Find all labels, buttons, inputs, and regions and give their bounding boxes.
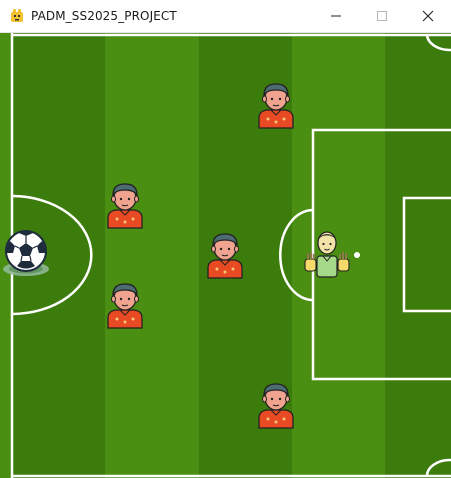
title-bar[interactable]: PADM_SS2025_PROJECT (0, 0, 451, 33)
defender-player (107, 183, 143, 229)
glove-right (337, 252, 350, 272)
window-title: PADM_SS2025_PROJECT (31, 9, 177, 23)
glove-left (304, 252, 317, 272)
grass-stripe (105, 33, 199, 478)
minimize-icon (331, 15, 341, 17)
soccer-ball (3, 230, 49, 276)
maximize-icon (377, 11, 387, 21)
maximize-button[interactable] (359, 0, 405, 32)
python-icon (11, 9, 23, 22)
defender-player (258, 83, 294, 129)
grass-stripe (385, 33, 451, 478)
goalkeeper (304, 231, 350, 278)
game-canvas[interactable] (0, 33, 451, 478)
defender-player (258, 383, 294, 429)
defender-player (107, 283, 143, 329)
penalty-spot (354, 252, 360, 258)
close-icon (422, 10, 434, 22)
minimize-button[interactable] (313, 0, 359, 32)
defender-player (207, 233, 243, 279)
close-button[interactable] (405, 0, 451, 32)
